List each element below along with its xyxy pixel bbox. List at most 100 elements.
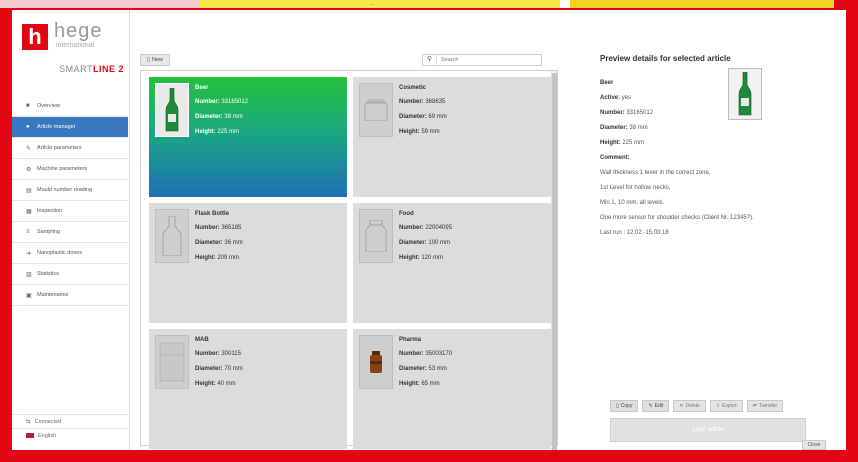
article-card-cosmetic[interactable]: Cosmetic Number: 368635 Diameter: 69 mm … [353, 77, 551, 197]
comment-label: Comment: [600, 155, 630, 161]
article-manager-panel: ▯New ⚲ Beer Number: 33165012 Diameter: 3… [130, 18, 570, 450]
close-button[interactable]: Close [802, 440, 826, 450]
height-label: Height: [399, 255, 420, 261]
flag-icon [26, 433, 34, 438]
home-icon: ■ [26, 103, 30, 109]
number-value: 365185 [221, 225, 242, 231]
trash-icon: ✕ [679, 403, 684, 409]
article-diameter: Diameter: 38 mm [195, 114, 243, 120]
article-height: Height: 120 mm [399, 255, 443, 261]
height-value: 65 mm [421, 381, 440, 387]
green-bottle-icon [165, 88, 179, 132]
logo-mark-icon: h [22, 24, 48, 50]
preview-name: Beer [600, 80, 613, 86]
tools-icon: ▣ [26, 292, 32, 299]
diameter-value: 100 mm [428, 240, 451, 246]
preview-height: Height: 225 mm [600, 140, 644, 146]
comment-line: Last run : 12.02.-15.03.18 [600, 230, 669, 236]
app-window: h hege international SMARTLINE 2 ■ Overvi… [12, 10, 846, 450]
sidebar-nav: ■ Overview ● Article manager ✎ Article para… [12, 96, 128, 306]
article-card-beer[interactable]: Beer Number: 33165012 Diameter: 38 mm He… [149, 77, 347, 197]
article-card-mab[interactable]: MAB Number: 300115 Diameter: 70 mm Heigh… [149, 329, 347, 449]
article-grid[interactable]: Beer Number: 33165012 Diameter: 38 mm He… [140, 70, 558, 450]
search-input[interactable] [437, 57, 537, 63]
number-label: Number: [600, 110, 625, 116]
language-selector[interactable]: English [12, 428, 128, 442]
number-value: 300115 [221, 351, 241, 357]
number-label: Number: [195, 225, 220, 231]
logo-tagline: international [56, 42, 95, 49]
new-article-button[interactable]: ▯ New [140, 54, 170, 66]
transfer-button[interactable]: ⇄ Transfer [746, 400, 784, 412]
sidebar-item-machine-parameters[interactable]: ⚙ Machine parameters [12, 159, 128, 180]
wrench-icon: ✎ [26, 145, 32, 152]
connection-status: ⇆ Connected [12, 414, 128, 428]
copy-icon: ▯ [616, 403, 619, 409]
article-number: Number: 300115 [195, 351, 241, 357]
search-box[interactable]: ⚲ [422, 54, 542, 66]
diameter-value: 36 mm [224, 240, 243, 246]
article-diameter: Diameter: 69 mm [399, 114, 447, 120]
food-jar-icon [365, 220, 387, 252]
sidebar-item-inspection[interactable]: ▦ Inspection [12, 201, 128, 222]
sidebar-item-maintenance[interactable]: ▣ Maintenance [12, 285, 128, 306]
article-title: Beer [195, 85, 209, 91]
pencil-icon: ✎ [648, 403, 653, 409]
sidebar-item-label: Mould number reading [37, 187, 93, 193]
jar-icon [364, 99, 388, 121]
preview-active: Active: yes [600, 95, 631, 101]
preview-name-value: Beer [600, 80, 614, 86]
sidebar-item-label: Inspection [37, 208, 63, 214]
article-title: Food [399, 211, 414, 217]
article-number: Number: 365185 [195, 225, 241, 231]
top-status-bar: ... [0, 0, 834, 8]
delete-button[interactable]: ✕ Delete [673, 400, 706, 412]
sidebar-item-sampling[interactable]: ≡ Sampling [12, 222, 128, 243]
article-height: Height: 225 mm [195, 129, 239, 135]
sidebar-item-label: Article manager [37, 124, 76, 130]
sidebar-item-overview[interactable]: ■ Overview [12, 96, 128, 117]
height-label: Height: [195, 129, 216, 135]
article-card-food[interactable]: Food Number: 22004095 Diameter: 100 mm H… [353, 203, 551, 323]
new-icon: ▯ [146, 57, 150, 63]
export-button[interactable]: ⇪ Export [709, 400, 743, 412]
sidebar-footer: ⇆ Connected English [12, 414, 128, 442]
article-title: Pharma [399, 337, 422, 343]
article-height: Height: 209 mm [195, 255, 239, 261]
sidebar-item-statistics[interactable]: ▥ Statistics [12, 264, 128, 285]
comment-line: 1st Level for hollow necks, [600, 185, 671, 191]
copy-button[interactable]: ▯ Copy [610, 400, 639, 412]
comment-line: Wall thickness 1 lever in the correct zo… [600, 170, 711, 176]
sidebar-item-nanoplastic-doses[interactable]: ➜ Nanoplastic doses [12, 243, 128, 264]
logo-name: hege [54, 20, 103, 42]
number-label: Number: [399, 99, 424, 105]
product-name: SMARTLINE 2 [12, 64, 128, 74]
scrollbar-thumb[interactable] [552, 73, 557, 450]
grid-icon: ▦ [26, 208, 32, 215]
sidebar-item-article-manager[interactable]: ● Article manager [12, 117, 128, 138]
scrollbar[interactable] [551, 71, 557, 450]
active-value: yes [621, 95, 632, 101]
article-thumbnail [155, 209, 189, 263]
user-icon: ● [26, 124, 30, 130]
article-card-pharma[interactable]: Pharma Number: 35003170 Diameter: 53 mm … [353, 329, 551, 449]
article-card-flask-bottle[interactable]: Flask Bottle Number: 365185 Diameter: 36… [149, 203, 347, 323]
sidebar-item-article-parameters[interactable]: ✎ Article parameters [12, 138, 128, 159]
diameter-label: Diameter: [399, 366, 427, 372]
list-icon: ≡ [26, 229, 30, 235]
edit-button[interactable]: ✎ Edit [642, 400, 670, 412]
green-bottle-icon [738, 72, 752, 116]
sidebar-item-mould-number-reading[interactable]: ▤ Mould number reading [12, 180, 128, 201]
sidebar: h hege international SMARTLINE 2 ■ Overvi… [12, 10, 130, 450]
article-thumbnail [155, 83, 189, 137]
preview-number: Number: 33165012 [600, 110, 653, 116]
diameter-value: 69 mm [428, 114, 447, 120]
product-prefix: SMART [59, 64, 93, 74]
height-value: 225 mm [217, 129, 240, 135]
export-icon: ⇪ [715, 403, 721, 409]
link-icon: ⇆ [26, 418, 31, 425]
article-number: Number: 368635 [399, 99, 445, 105]
height-label: Height: [399, 129, 420, 135]
amber-bottle-icon [370, 351, 382, 373]
load-article-button[interactable]: Load article [610, 418, 806, 442]
